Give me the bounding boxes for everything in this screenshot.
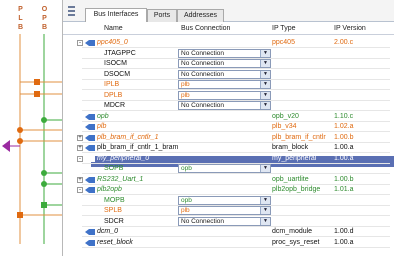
expand-icon[interactable]: + [77,177,83,183]
bus-connection-value: plb [181,92,190,99]
row-name[interactable]: MDCR [104,100,188,111]
bus-connection-select[interactable]: plb ▼ [178,91,271,100]
bus-connection-select[interactable]: opb ▼ [178,196,271,205]
row-name[interactable]: reset_block [97,237,181,248]
bus-panel: P O L P B B [0,0,62,256]
row-name[interactable]: plb2opb [97,184,181,195]
bram-node [17,138,23,144]
instance-icon [85,40,95,46]
instance-icon [85,156,95,162]
row-ip-type: dcm_module [272,228,313,235]
collapse-icon[interactable]: - [77,40,83,46]
row-ip-version: 1.00.a [334,155,354,162]
collapse-icon[interactable]: - [77,156,83,162]
iplb-connector-box [34,79,40,85]
row-ip-version: 1.01.a [334,186,354,193]
instance-icon [85,229,95,235]
column-header-ip-version[interactable]: IP Version [334,23,366,34]
row-ip-type: ppc405 [272,39,295,46]
bus-connection-select[interactable]: No Connection ▼ [178,70,271,79]
instance-icon [85,124,95,130]
rs232-node [41,181,47,187]
row-ip-type: plb_v34 [272,123,297,130]
bus-connection-select[interactable]: No Connection ▼ [178,59,271,68]
instance-icon [85,135,95,141]
bus-connection-value: opb [181,165,192,172]
row-ip-type: bram_block [272,144,309,151]
chevron-down-icon[interactable]: ▼ [260,218,270,225]
header-separator [63,34,394,35]
chevron-down-icon[interactable]: ▼ [260,197,270,204]
row-name[interactable]: dcm_0 [97,226,181,237]
mopb-connector-box [41,202,47,208]
bus-connection-value: No Connection [181,71,224,78]
chevron-down-icon[interactable]: ▼ [260,71,270,78]
row-ip-version: 1.02.a [334,123,354,130]
chevron-down-icon[interactable]: ▼ [260,207,270,214]
row-ip-version: 1.00.d [334,228,354,235]
row-ip-version: 1.00.a [334,144,354,151]
instance-icon [85,187,95,193]
row-name[interactable]: SPLB [104,205,188,216]
chevron-down-icon[interactable]: ▼ [260,50,270,57]
bus-connection-select[interactable]: No Connection ▼ [178,101,271,110]
instance-icon [85,114,95,120]
column-header-name[interactable]: Name [104,23,123,34]
column-header-ip-type[interactable]: IP Type [272,23,295,34]
bus-connection-select[interactable]: plb ▼ [178,80,271,89]
opb-node [41,117,47,123]
bus-connection-value: plb [181,207,190,214]
instance-icon [85,145,95,151]
bus-connection-value: No Connection [181,218,224,225]
row-ip-version: 2.00.c [334,39,354,46]
chevron-down-icon[interactable]: ▼ [260,92,270,99]
sopb-node [41,170,47,176]
bus-connection-value: No Connection [181,102,224,109]
tab-bar: Bus Interfaces Ports Addresses [63,0,394,22]
bus-connection-value: No Connection [181,60,224,67]
bus-connection-select[interactable]: plb ▼ [178,206,271,215]
tab-bus-interfaces[interactable]: Bus Interfaces [85,8,147,22]
panel-menu-icon[interactable] [67,5,76,17]
instance-icon [85,177,95,183]
instance-icon [85,240,95,246]
bus-connection-diagram [2,34,62,244]
tab-addresses[interactable]: Addresses [177,9,224,22]
bus-connection-select[interactable]: No Connection ▼ [178,217,271,226]
row-ip-version: 1.00.a [334,239,354,246]
chevron-down-icon[interactable]: ▼ [260,165,270,172]
bus-connection-value: opb [181,197,192,204]
row-ip-type: my_peripheral [272,155,317,162]
expand-icon[interactable]: + [77,145,83,151]
column-header-bus-connection[interactable]: Bus Connection [181,23,230,34]
tab-ports[interactable]: Ports [147,9,177,22]
bus-connection-select[interactable]: opb ▼ [178,164,271,173]
row-name[interactable]: plb [97,121,181,132]
row-name[interactable]: ppc405_0 [97,37,181,48]
row-ip-type: plb2opb_bridge [272,186,321,193]
chevron-down-icon[interactable]: ▼ [260,81,270,88]
row-name[interactable]: plb_bram_if_cntlr_1_bram [97,142,181,153]
row-name[interactable]: ISOCM [104,58,188,69]
collapse-icon[interactable]: - [77,187,83,193]
dplb-connector-box [34,91,40,97]
bus-connection-select[interactable]: No Connection ▼ [178,49,271,58]
row-name[interactable]: SOPB [104,163,188,174]
plb-node [17,127,23,133]
expand-icon[interactable]: + [77,135,83,141]
bus-connection-value: plb [181,81,190,88]
bus-connection-value: No Connection [181,50,224,57]
row-name[interactable]: IPLB [104,79,188,90]
panel-divider [62,0,63,256]
row-ip-type: proc_sys_reset [272,239,320,246]
chevron-down-icon[interactable]: ▼ [260,102,270,109]
chevron-down-icon[interactable]: ▼ [260,60,270,67]
splb-connector-box [17,212,23,218]
